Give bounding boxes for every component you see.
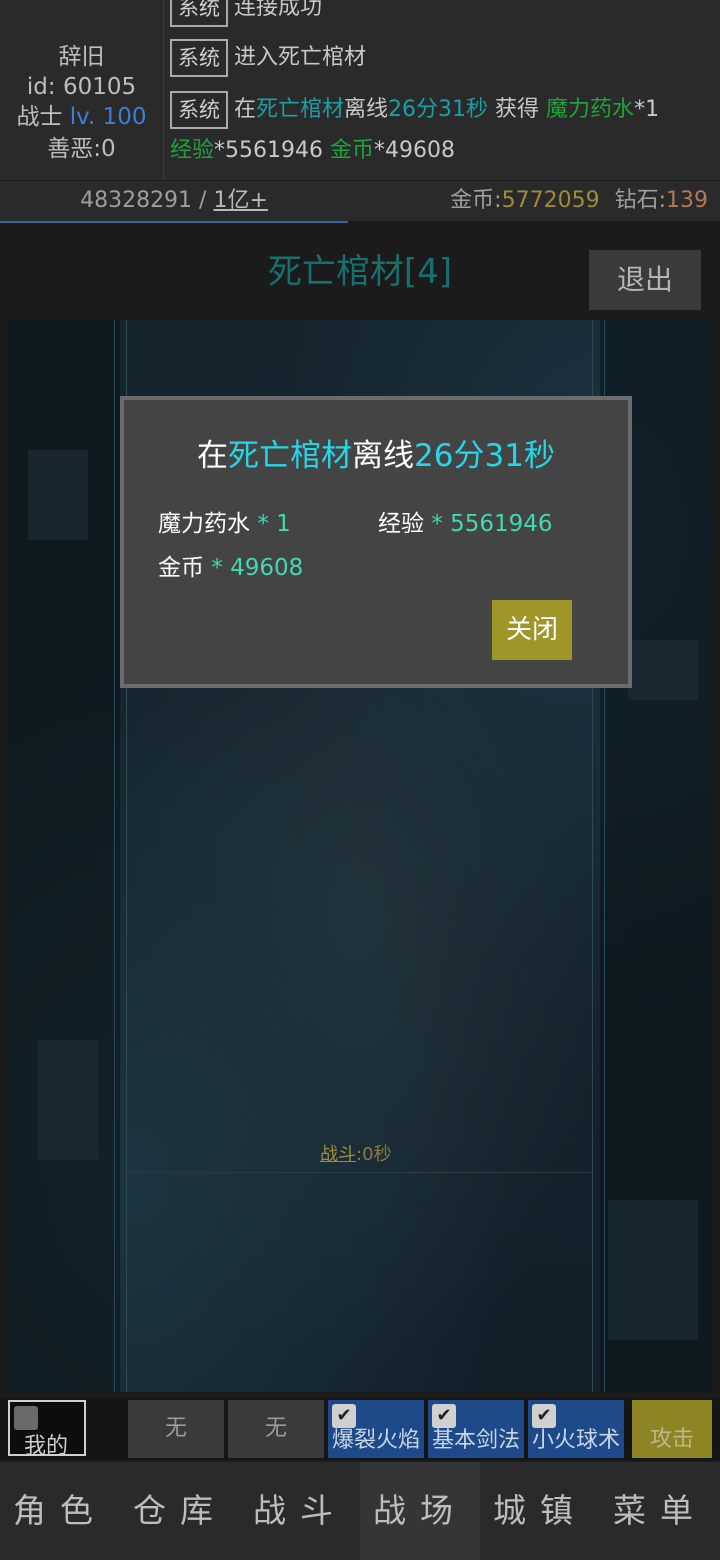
reward-item: 经验 * 5561946 [378,504,553,538]
nav-character[interactable]: 角色 [0,1462,120,1560]
mine-label: 我的 [24,1434,69,1459]
player-id: id: 60105 [26,74,137,100]
skill-bar: 我的 无 无 ✔ 爆裂火焰 ✔ 基本剑法 ✔ 小火球术 攻击 [0,1398,720,1460]
player-class: 战士 [16,104,63,130]
log-tag: 系统 [170,39,228,77]
currency-display: 金币:5772059 钻石:139 [450,181,708,221]
battle-link[interactable]: 战斗 [320,1144,356,1165]
mine-toggle[interactable]: 我的 [8,1400,86,1459]
log-tag: 系统 [170,0,228,27]
stats-bar: 48328291 / 1亿+ 金币:5772059 钻石:139 [0,180,720,223]
log-text: 在 [234,97,257,122]
log-item-link[interactable]: 经验 [170,138,214,163]
terrain-block [608,1200,698,1340]
log-qty: *49608 [374,138,456,163]
gold-value: 5772059 [501,188,600,213]
log-place-link[interactable]: 死亡棺材 [256,97,344,122]
nav-battlefield[interactable]: 战场 [360,1462,480,1560]
diamond-label: 钻石: [614,188,666,213]
header: 辞旧 id: 60105 战士 lv. 100 善恶:0 系统 连接成功 系统 进入… [0,0,720,180]
log-text: 离线 [344,97,389,122]
gold-label: 金币: [450,188,502,213]
dialog-title: 在死亡棺材离线26分31秒 [124,430,628,475]
log-qty: *1 [634,97,660,122]
log-line: 系统 连接成功 [170,0,322,28]
exit-button[interactable]: 退出 [589,250,701,310]
reward-value: * 5561946 [431,511,553,537]
reward-item: 魔力药水 * 1 [158,504,291,538]
log-line: 系统 在死亡棺材离线26分31秒 获得 魔力药水*1 [170,90,659,130]
log-duration: 26分31秒 [388,97,489,122]
log-text: 进入死亡棺材 [234,45,367,70]
battle-time: :0秒 [356,1144,392,1165]
log-line: 经验*5561946 金币*49608 [170,131,455,171]
terrain-block [628,640,698,700]
reward-value: * 49608 [211,555,304,581]
nav-warehouse[interactable]: 仓库 [120,1462,240,1560]
dialog-title-text: 在 [197,438,229,474]
field-divider [114,320,115,1392]
dialog-title-text: 离线 [352,438,415,474]
terrain-block [38,1040,98,1160]
attack-button[interactable]: 攻击 [632,1400,712,1458]
bottom-nav: 角色 仓库 战斗 战场 城镇 菜单 [0,1462,720,1560]
skill-slot-small-fireball[interactable]: ✔ 小火球术 [528,1400,624,1458]
log-text: 连接成功 [234,0,323,20]
player-karma: 善恶:0 [47,136,116,162]
offline-reward-dialog: 在死亡棺材离线26分31秒 魔力药水 * 1 经验 * 5561946 金币 *… [120,396,632,688]
checkbox-icon[interactable] [14,1406,38,1430]
skill-label: 爆裂火焰 [331,1428,420,1453]
log-line: 系统 进入死亡棺材 [170,38,366,78]
hp-separator: / [192,188,214,213]
empty-skill-slot[interactable]: 无 [128,1400,224,1458]
nav-menu[interactable]: 菜单 [600,1462,720,1560]
battle-timer: 战斗:0秒 [320,1140,392,1166]
log-item-link[interactable]: 魔力药水 [546,97,634,122]
terrain-block [28,450,88,540]
reward-value: * 1 [257,511,291,537]
player-class-level: 战士 lv. 100 [0,102,163,132]
skill-slot-basic-sword[interactable]: ✔ 基本剑法 [428,1400,524,1458]
empty-skill-slot[interactable]: 无 [228,1400,324,1458]
dialog-duration: 26分31秒 [414,438,555,474]
dialog-place: 死亡棺材 [228,438,353,474]
player-level: lv. 100 [69,104,147,130]
reward-name: 金币 [158,555,204,581]
log-item-link[interactable]: 金币 [330,138,374,163]
hp-current: 48328291 [80,188,193,213]
skill-label: 小火球术 [531,1428,620,1453]
field-baseline [126,1172,592,1173]
reward-item: 金币 * 49608 [158,548,303,582]
close-button[interactable]: 关闭 [492,600,572,660]
diamond-value: 139 [666,188,708,213]
reward-name: 魔力药水 [158,511,250,537]
hp-max-link[interactable]: 1亿+ [213,188,267,213]
player-panel[interactable]: 辞旧 id: 60105 战士 lv. 100 善恶:0 [0,0,164,180]
skill-label: 基本剑法 [431,1428,520,1453]
log-tag: 系统 [170,91,228,129]
reward-name: 经验 [378,511,424,537]
nav-town[interactable]: 城镇 [480,1462,600,1560]
skill-slot-explosive-flame[interactable]: ✔ 爆裂火焰 [328,1400,424,1458]
log-text: 获得 [488,97,547,122]
hp-display: 48328291 / 1亿+ [0,181,348,223]
nav-battle[interactable]: 战斗 [240,1462,360,1560]
player-name: 辞旧 [58,44,105,70]
log-qty: *5561946 [214,138,323,163]
